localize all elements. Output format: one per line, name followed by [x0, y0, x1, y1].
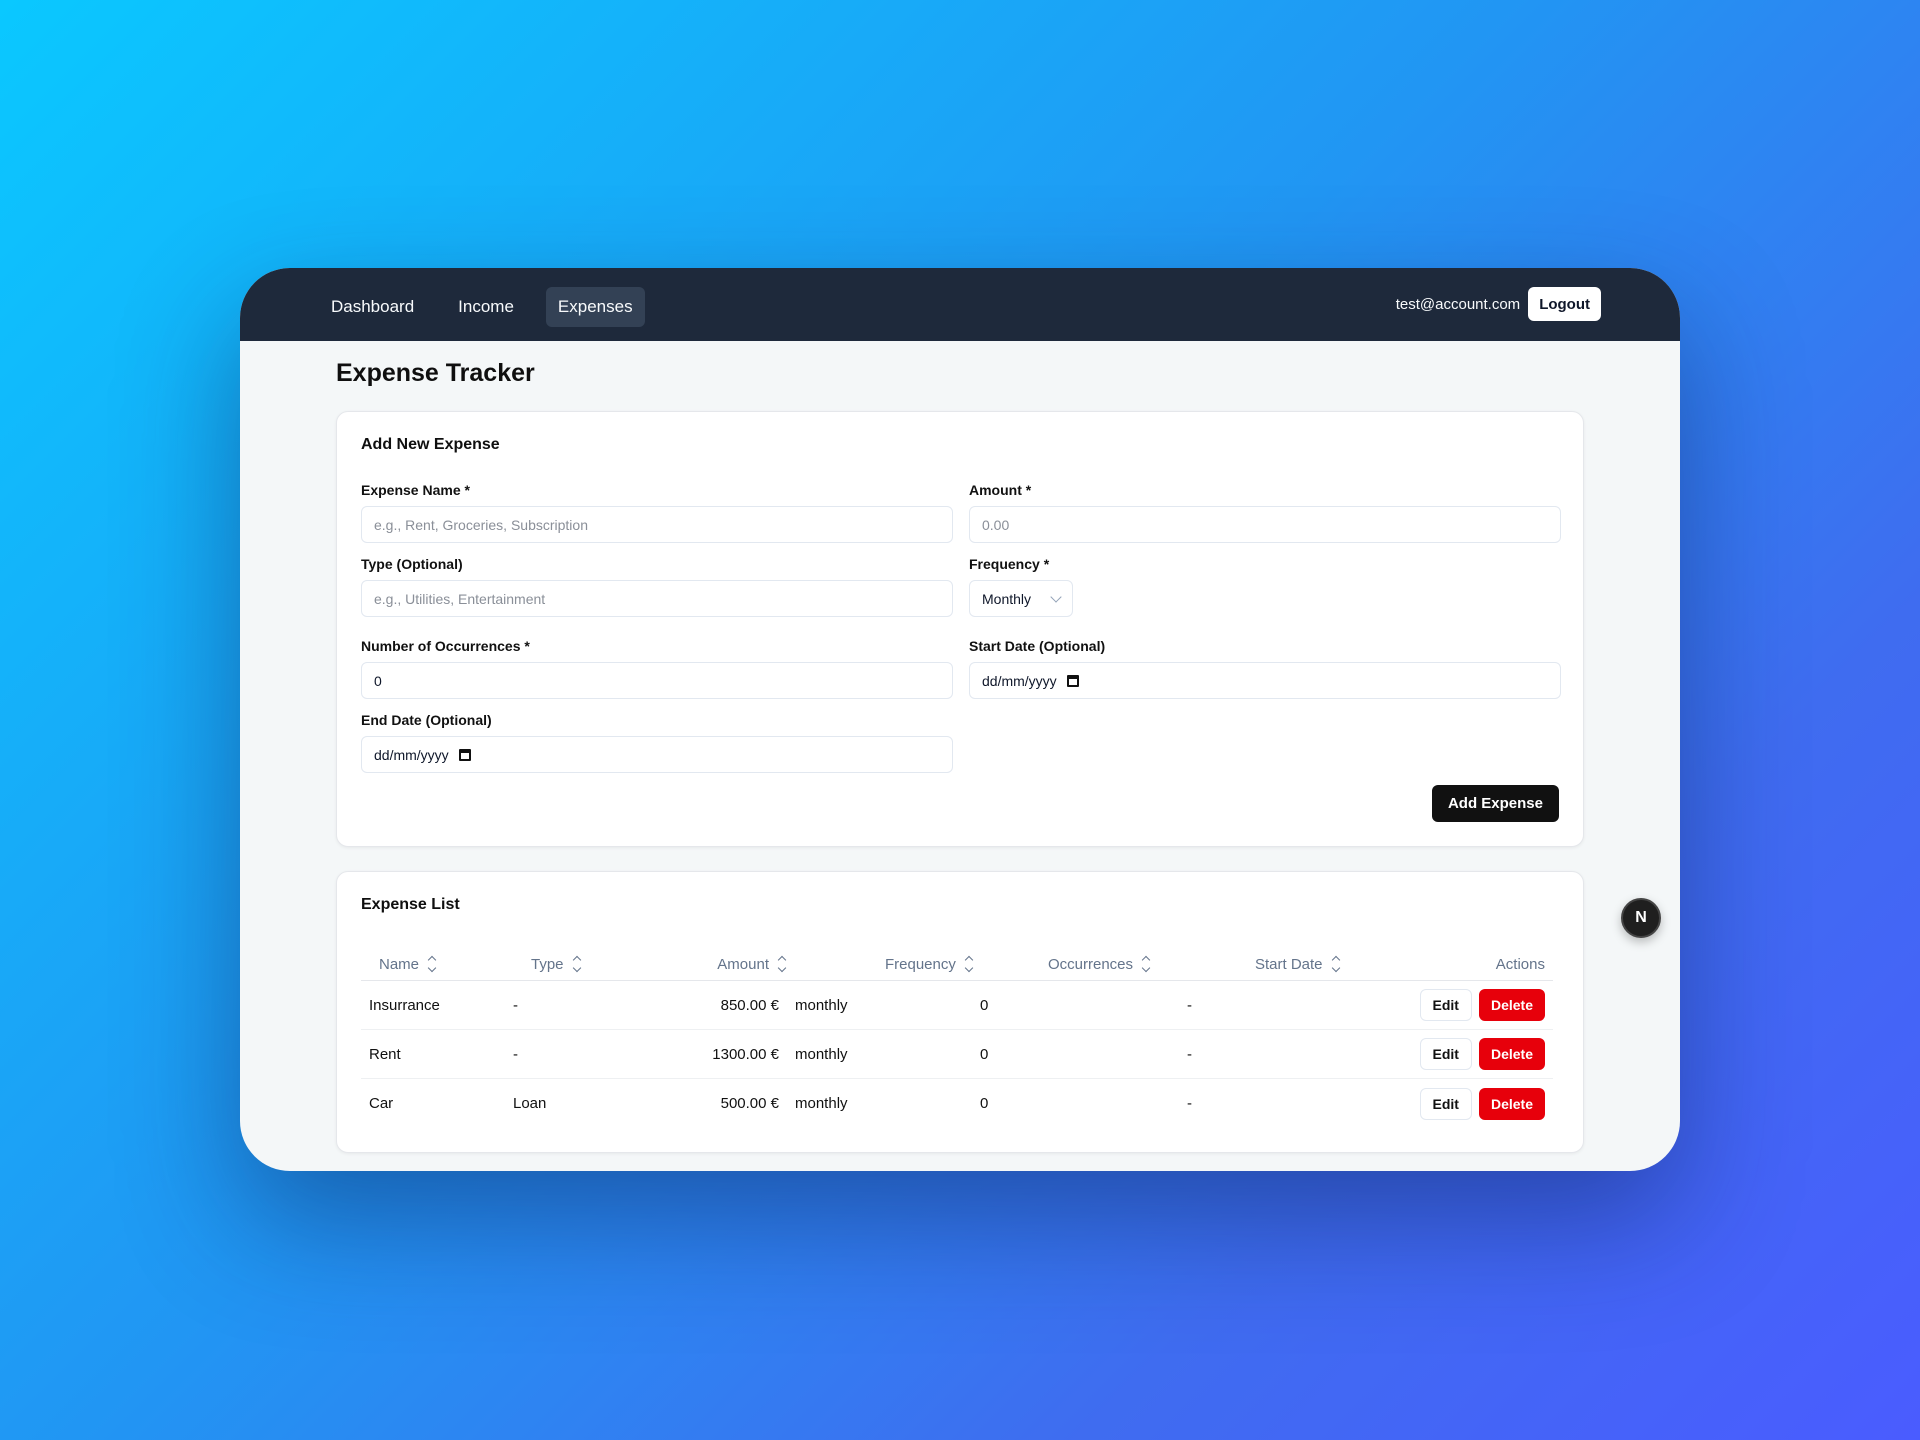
end-date-placeholder: dd/mm/yyyy — [374, 746, 449, 763]
expense-table: Name Type Amount Frequency Occurrences S… — [361, 948, 1553, 1128]
type-label: Type (Optional) — [361, 556, 463, 572]
cell-actions: Edit Delete — [1377, 989, 1553, 1021]
cell-start-date: - — [1187, 996, 1192, 1014]
col-header-label: Frequency — [885, 955, 956, 973]
col-header-type[interactable]: Type — [503, 956, 645, 973]
cell-start-date: - — [1187, 1045, 1192, 1063]
col-header-actions: Actions — [1371, 956, 1553, 973]
expense-name-input[interactable]: e.g., Rent, Groceries, Subscription — [361, 506, 953, 543]
cell-amount: 500.00 € — [720, 1095, 779, 1112]
col-header-label: Name — [379, 955, 420, 973]
expense-list-title: Expense List — [361, 896, 460, 913]
cell-amount: 1300.00 € — [712, 1045, 779, 1063]
cell-amount: 850.00 € — [720, 996, 779, 1014]
nav-user-area: test@account.com Logout — [1396, 287, 1601, 321]
table-row: Insurrance - 850.00 € monthly 0 - Edit D… — [361, 981, 1553, 1030]
col-header-label: Type — [531, 955, 564, 973]
cell-occurrences: 0 — [980, 1095, 989, 1112]
sort-icon — [1141, 955, 1151, 973]
chevron-down-icon — [1050, 590, 1062, 603]
sort-icon — [1331, 955, 1340, 973]
start-date-label: Start Date (Optional) — [969, 638, 1106, 654]
nav-income[interactable]: Income — [446, 287, 526, 327]
amount-label: Amount * — [969, 482, 1032, 498]
edit-button[interactable]: Edit — [1419, 1087, 1472, 1120]
cell-type: - — [513, 996, 518, 1014]
sort-icon — [964, 955, 974, 973]
start-date-field: Start Date (Optional) dd/mm/yyyy — [969, 636, 1561, 699]
expense-name-field: Expense Name * e.g., Rent, Groceries, Su… — [361, 480, 953, 543]
col-header-occurrences[interactable]: Occurrences — [1035, 956, 1241, 973]
frequency-value: Monthly — [982, 590, 1032, 607]
cell-name: Car — [369, 1095, 394, 1112]
nav-dashboard[interactable]: Dashboard — [319, 287, 426, 327]
expense-name-label: Expense Name * — [361, 482, 470, 498]
col-header-label: Amount — [717, 955, 769, 973]
cell-actions: Edit Delete — [1377, 1087, 1553, 1120]
frequency-label: Frequency * — [969, 556, 1050, 572]
col-header-label: Actions — [1495, 955, 1545, 973]
edit-button[interactable]: Edit — [1419, 989, 1472, 1021]
table-row: Rent - 1300.00 € monthly 0 - Edit Delete — [361, 1030, 1553, 1079]
amount-field: Amount * 0.00 — [969, 480, 1561, 543]
col-header-name[interactable]: Name — [361, 956, 503, 973]
delete-button[interactable]: Delete — [1478, 989, 1545, 1021]
top-navbar: Dashboard Income Expenses test@account.c… — [240, 268, 1680, 341]
table-header: Name Type Amount Frequency Occurrences S… — [361, 948, 1553, 981]
nextjs-dev-badge[interactable]: N — [1621, 898, 1661, 938]
end-date-label: End Date (Optional) — [361, 712, 492, 728]
cell-frequency: monthly — [795, 1045, 848, 1063]
cell-actions: Edit Delete — [1377, 1038, 1553, 1070]
cell-type: Loan — [513, 1095, 547, 1112]
delete-button[interactable]: Delete — [1478, 1038, 1545, 1070]
frequency-select[interactable]: Monthly — [969, 580, 1073, 617]
sort-icon — [777, 955, 787, 973]
expense-list-card: Expense List Name Type Amount Frequency … — [336, 871, 1584, 1153]
end-date-field: End Date (Optional) dd/mm/yyyy — [361, 710, 953, 773]
delete-button[interactable]: Delete — [1478, 1087, 1545, 1120]
nav-expenses[interactable]: Expenses — [545, 287, 645, 327]
cell-occurrences: 0 — [980, 996, 989, 1014]
amount-input[interactable]: 0.00 — [969, 506, 1561, 543]
occurrences-input[interactable]: 0 — [361, 662, 953, 699]
occurrences-field: Number of Occurrences * 0 — [361, 636, 953, 699]
type-input[interactable]: e.g., Utilities, Entertainment — [361, 580, 953, 617]
sort-icon — [572, 955, 581, 973]
cell-name: Insurrance — [369, 996, 440, 1014]
add-expense-button[interactable]: Add Expense — [1431, 785, 1559, 822]
cell-frequency: monthly — [795, 996, 848, 1014]
cell-start-date: - — [1187, 1095, 1192, 1112]
add-expense-title: Add New Expense — [361, 436, 500, 453]
cell-frequency: monthly — [795, 1095, 848, 1112]
type-field: Type (Optional) e.g., Utilities, Enterta… — [361, 554, 953, 617]
frequency-field: Frequency * Monthly — [969, 554, 1561, 617]
cell-type: - — [513, 1045, 518, 1063]
user-email: test@account.com — [1395, 295, 1521, 313]
logout-button[interactable]: Logout — [1528, 287, 1601, 321]
calendar-icon[interactable] — [1066, 674, 1079, 687]
end-date-input[interactable]: dd/mm/yyyy — [361, 736, 953, 773]
main-content: Expense Tracker Add New Expense Expense … — [336, 353, 1584, 1153]
sort-icon — [427, 955, 437, 973]
col-header-frequency[interactable]: Frequency — [845, 956, 1035, 973]
edit-button[interactable]: Edit — [1419, 1038, 1472, 1070]
start-date-placeholder: dd/mm/yyyy — [982, 672, 1057, 689]
occurrences-label: Number of Occurrences * — [361, 638, 530, 654]
table-row: Car Loan 500.00 € monthly 0 - Edit Delet… — [361, 1079, 1553, 1128]
start-date-input[interactable]: dd/mm/yyyy — [969, 662, 1561, 699]
calendar-icon[interactable] — [458, 748, 471, 761]
cell-occurrences: 0 — [980, 1045, 989, 1063]
col-header-start-date[interactable]: Start Date — [1241, 956, 1371, 973]
page-title: Expense Tracker — [336, 359, 535, 387]
add-expense-card: Add New Expense Expense Name * e.g., Ren… — [336, 411, 1584, 847]
col-header-amount[interactable]: Amount — [645, 956, 845, 973]
cell-name: Rent — [369, 1045, 401, 1063]
col-header-label: Start Date — [1255, 955, 1323, 973]
nav-links: Dashboard Income Expenses — [319, 287, 645, 327]
app-window: Dashboard Income Expenses test@account.c… — [240, 268, 1680, 1171]
col-header-label: Occurrences — [1048, 955, 1134, 973]
